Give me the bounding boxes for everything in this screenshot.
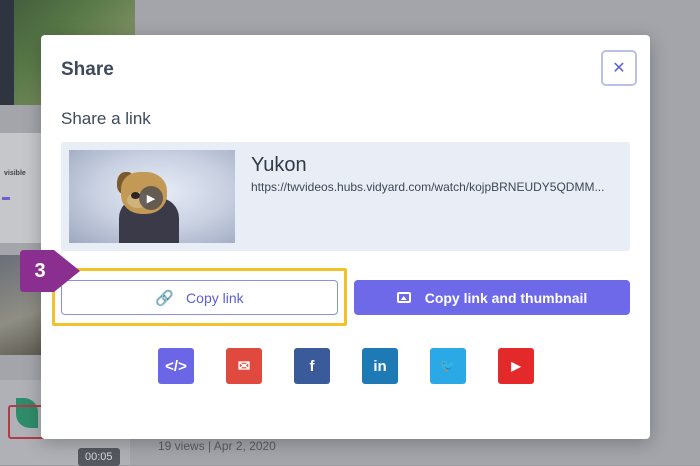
share-link-label: Share a link: [61, 109, 151, 128]
step-badge: 3: [20, 250, 80, 292]
copy-link-and-thumbnail-button[interactable]: Copy link and thumbnail: [354, 280, 630, 315]
background-thumb-text: visible: [4, 170, 26, 177]
share-modal: Share ✕ Share a link ▶ Yukon https://twv…: [41, 35, 650, 439]
play-icon[interactable]: ▶: [139, 186, 163, 210]
linkedin-share-button[interactable]: in: [362, 348, 398, 384]
email-icon: ✉: [237, 358, 251, 375]
twitter-share-button[interactable]: 🐦: [430, 348, 466, 384]
email-share-button[interactable]: ✉: [226, 348, 262, 384]
background-thumbnail: visible: [0, 133, 45, 243]
copy-link-label: Copy link: [186, 289, 244, 306]
copy-thumbnail-label: Copy link and thumbnail: [424, 289, 588, 306]
close-button[interactable]: ✕: [601, 50, 637, 86]
video-url: https://twvideos.hubs.vidyard.com/watch/…: [251, 180, 605, 194]
share-social-row: </> ✉ f in 🐦 ▶: [158, 348, 534, 384]
link-icon: 🔗: [155, 289, 175, 307]
video-preview: ▶ Yukon https://twvideos.hubs.vidyard.co…: [61, 142, 630, 251]
video-duration: 00:05: [78, 448, 120, 466]
code-icon: </>: [165, 357, 187, 375]
twitter-icon: 🐦: [439, 358, 457, 373]
step-number: 3: [34, 259, 46, 282]
modal-title: Share: [61, 59, 114, 80]
facebook-icon: f: [309, 357, 315, 375]
close-icon: ✕: [612, 60, 626, 77]
video-title: Yukon: [251, 154, 307, 176]
video-thumbnail[interactable]: ▶: [69, 150, 235, 243]
copy-link-button[interactable]: 🔗 Copy link: [61, 280, 338, 315]
linkedin-icon: in: [373, 357, 387, 375]
video-meta: 19 views | Apr 2, 2020: [158, 439, 276, 453]
youtube-icon: ▶: [511, 359, 521, 373]
facebook-share-button[interactable]: f: [294, 348, 330, 384]
image-icon: [396, 292, 411, 303]
embed-code-button[interactable]: </>: [158, 348, 194, 384]
youtube-share-button[interactable]: ▶: [498, 348, 534, 384]
